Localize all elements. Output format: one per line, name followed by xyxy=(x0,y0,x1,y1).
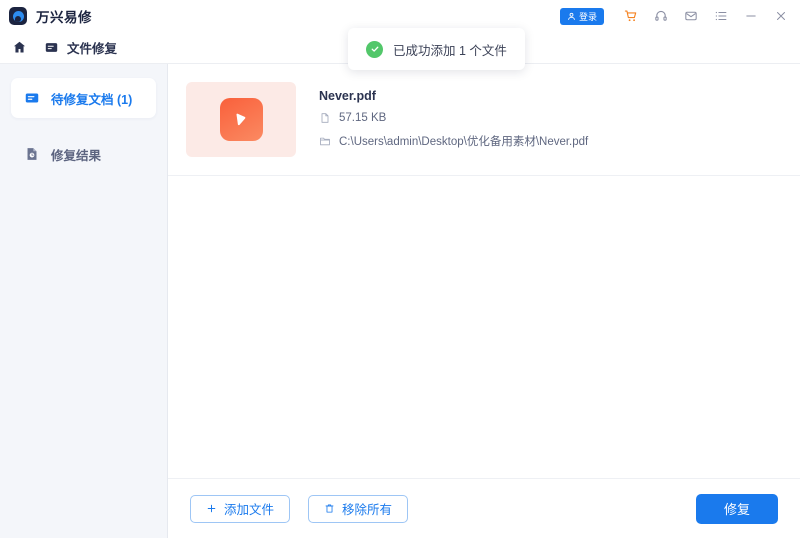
repair-button[interactable]: 修复 xyxy=(696,493,778,524)
app-brand: 万兴易修 xyxy=(0,6,92,26)
tab-file-repair-label: 文件修复 xyxy=(67,42,118,56)
sidebar: 待修复文档 (1) 修复结果 xyxy=(0,64,168,538)
plus-icon xyxy=(206,503,217,514)
pending-document-icon xyxy=(24,90,40,106)
login-button[interactable]: 登录 xyxy=(559,7,604,25)
file-list-item[interactable]: Never.pdf 57.15 KB C:\Users\admin\Deskto… xyxy=(168,64,800,176)
file-size-row: 57.15 KB xyxy=(319,112,588,124)
repair-button-label: 修复 xyxy=(723,502,750,517)
folder-icon xyxy=(319,135,331,147)
sidebar-item-repair-results-label: 修复结果 xyxy=(51,148,102,163)
remove-all-label: 移除所有 xyxy=(342,503,393,517)
add-file-button[interactable]: 添加文件 xyxy=(190,494,291,523)
remove-all-button[interactable]: 移除所有 xyxy=(308,494,409,523)
list-menu-icon[interactable] xyxy=(706,0,736,32)
app-window: 万兴易修 登录 文件修复 已成功添加 1 个文件 待修复文档 (1) 修复结果 … xyxy=(0,0,800,538)
sidebar-item-repair-results[interactable]: 修复结果 xyxy=(11,134,156,174)
file-path: C:\Users\admin\Desktop\优化备用素材\Never.pdf xyxy=(339,135,589,148)
close-icon[interactable] xyxy=(766,0,796,32)
home-icon[interactable] xyxy=(0,40,38,55)
app-title: 万兴易修 xyxy=(36,10,92,25)
file-details: Never.pdf 57.15 KB C:\Users\admin\Deskto… xyxy=(319,89,588,151)
file-size: 57.15 KB xyxy=(339,111,387,124)
file-icon xyxy=(319,112,331,124)
toast-message: 已成功添加 1 个文件 xyxy=(393,43,507,58)
cart-icon[interactable] xyxy=(616,0,646,32)
file-path-row: C:\Users\admin\Desktop\优化备用素材\Never.pdf xyxy=(319,133,588,149)
app-logo-icon xyxy=(9,7,27,25)
title-bar-actions: 登录 xyxy=(559,0,800,32)
toast-notification: 已成功添加 1 个文件 xyxy=(348,28,525,70)
repair-result-icon xyxy=(24,146,40,162)
footer-toolbar: 添加文件 移除所有 修复 xyxy=(168,478,800,538)
pdf-play-thumbnail-icon xyxy=(186,82,296,157)
tab-file-repair[interactable]: 文件修复 xyxy=(44,38,117,57)
sidebar-item-pending-documents[interactable]: 待修复文档 (1) xyxy=(11,78,156,118)
mail-icon[interactable] xyxy=(676,0,706,32)
document-repair-icon xyxy=(44,40,59,55)
login-label: 登录 xyxy=(578,11,597,22)
add-file-label: 添加文件 xyxy=(224,503,275,517)
main-content: Never.pdf 57.15 KB C:\Users\admin\Deskto… xyxy=(168,64,800,538)
user-icon xyxy=(568,12,575,20)
trash-icon xyxy=(324,503,335,514)
headset-icon[interactable] xyxy=(646,0,676,32)
minimize-icon[interactable] xyxy=(736,0,766,32)
file-name: Never.pdf xyxy=(319,88,376,103)
sidebar-item-pending-documents-label: 待修复文档 (1) xyxy=(51,92,133,107)
success-check-icon xyxy=(366,40,383,58)
